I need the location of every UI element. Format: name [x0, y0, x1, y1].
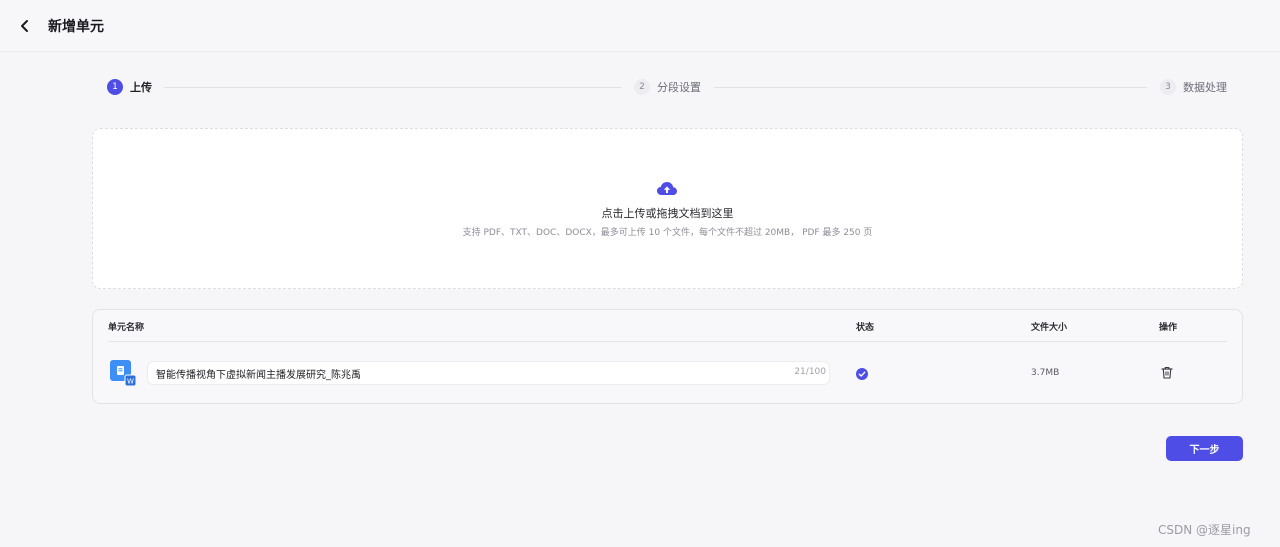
step-label: 上传: [130, 81, 152, 94]
upload-main-text: 点击上传或拖拽文档到这里: [601, 207, 734, 220]
step-segment-settings: 2 分段设置: [634, 78, 701, 96]
column-header-name: 单元名称: [108, 323, 145, 333]
step-number: 1: [107, 79, 123, 95]
back-button[interactable]: [14, 15, 36, 37]
check-circle-icon: [856, 368, 868, 380]
page-title: 新增单元: [48, 18, 104, 35]
next-step-button[interactable]: 下一步: [1166, 436, 1243, 461]
stepper: 1 上传 2 分段设置 3 数据处理: [107, 78, 1227, 96]
step-data-processing: 3 数据处理: [1160, 78, 1227, 96]
unit-table: [92, 309, 1243, 404]
trash-icon[interactable]: [1161, 366, 1173, 379]
step-number: 3: [1160, 79, 1176, 95]
top-bar: 新增单元: [0, 0, 1280, 52]
cloud-upload-icon: [657, 182, 677, 195]
file-size: 3.7MB: [1031, 368, 1060, 378]
step-connector: [714, 87, 1147, 88]
upload-hint-text: 支持 PDF、TXT、DOC、DOCX，最多可上传 10 个文件，每个文件不超过…: [462, 228, 873, 238]
svg-text:W: W: [127, 378, 134, 386]
column-header-action: 操作: [1159, 323, 1178, 333]
step-label: 分段设置: [657, 81, 701, 94]
table-header-divider: [108, 341, 1227, 342]
step-label: 数据处理: [1183, 81, 1227, 94]
character-counter: 21/100: [794, 367, 826, 377]
column-header-status: 状态: [856, 323, 875, 333]
column-header-size: 文件大小: [1031, 323, 1068, 333]
unit-name-input[interactable]: [147, 361, 830, 385]
step-number: 2: [634, 79, 650, 95]
watermark-text: CSDN @逐星ing: [1158, 523, 1251, 537]
word-document-icon: W: [110, 360, 136, 386]
chevron-left-icon: [21, 19, 28, 32]
step-connector: [164, 87, 621, 88]
step-upload: 1 上传: [107, 78, 152, 96]
